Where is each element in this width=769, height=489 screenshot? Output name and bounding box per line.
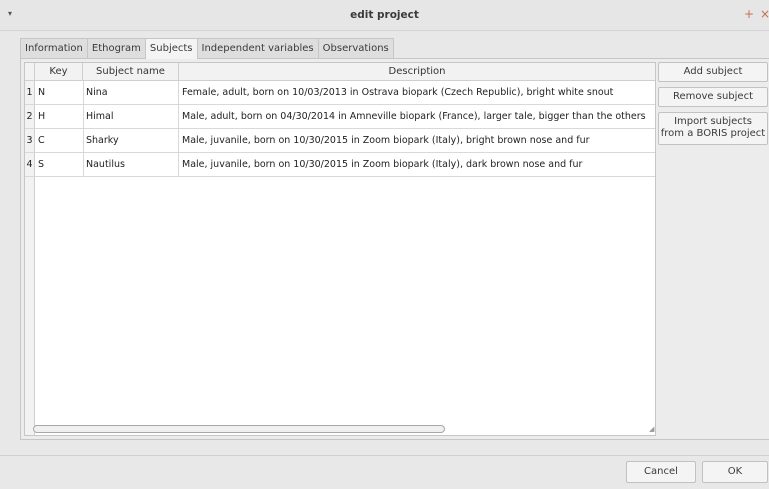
table-header: Key Subject name Description: [25, 63, 655, 81]
tab-bar: Information Ethogram Subjects Independen…: [20, 38, 394, 59]
remove-subject-button[interactable]: Remove subject: [658, 87, 768, 107]
cell-description[interactable]: Female, adult, born on 10/03/2013 in Ost…: [179, 81, 652, 104]
tab-observations[interactable]: Observations: [317, 38, 394, 58]
cell-key[interactable]: H: [36, 105, 84, 128]
footer-separator: [0, 455, 769, 456]
cancel-button[interactable]: Cancel: [626, 461, 696, 483]
subjects-table[interactable]: Key Subject name Description 1 N Nina Fe…: [24, 62, 656, 436]
cell-subject-name[interactable]: Himal: [83, 105, 179, 128]
cell-key[interactable]: S: [36, 153, 84, 176]
tab-ethogram[interactable]: Ethogram: [86, 38, 146, 58]
table-row[interactable]: 1 N Nina Female, adult, born on 10/03/20…: [25, 81, 655, 105]
cell-key[interactable]: N: [36, 81, 84, 104]
resize-grip-icon: ◢: [649, 425, 655, 433]
cell-key[interactable]: C: [36, 129, 84, 152]
row-number[interactable]: 2: [25, 105, 34, 128]
cell-subject-name[interactable]: Nautilus: [83, 153, 179, 176]
cell-description[interactable]: Male, juvanile, born on 10/30/2015 in Zo…: [179, 153, 652, 176]
title-bar: ▾ edit project + ×: [0, 0, 769, 31]
import-subjects-button[interactable]: Import subjects from a BORIS project: [658, 112, 768, 145]
row-number[interactable]: 1: [25, 81, 34, 104]
table-row[interactable]: 4 S Nautilus Male, juvanile, born on 10/…: [25, 153, 655, 177]
import-button-line-2: from a BORIS project: [660, 128, 766, 139]
cell-description[interactable]: Male, juvanile, born on 10/30/2015 in Zo…: [179, 129, 652, 152]
add-subject-button[interactable]: Add subject: [658, 62, 768, 82]
column-header-subject-name[interactable]: Subject name: [83, 63, 179, 80]
row-number[interactable]: 4: [25, 153, 34, 176]
import-button-line-1: Import subjects: [674, 116, 752, 127]
table-row[interactable]: 2 H Himal Male, adult, born on 04/30/201…: [25, 105, 655, 129]
close-icon[interactable]: ×: [760, 7, 769, 21]
tab-information[interactable]: Information: [20, 38, 88, 58]
cell-subject-name[interactable]: Sharky: [83, 129, 179, 152]
horizontal-scrollbar[interactable]: [33, 425, 445, 433]
tab-subjects[interactable]: Subjects: [144, 38, 198, 59]
ok-button[interactable]: OK: [702, 461, 768, 483]
column-header-description[interactable]: Description: [179, 63, 655, 80]
window-title: edit project: [350, 9, 419, 21]
column-header-key[interactable]: Key: [35, 63, 83, 80]
cell-description[interactable]: Male, adult, born on 04/30/2014 in Amnev…: [179, 105, 652, 128]
tab-independent-variables[interactable]: Independent variables: [196, 38, 319, 58]
header-corner[interactable]: [25, 63, 35, 80]
maximize-icon[interactable]: +: [744, 7, 754, 21]
table-row[interactable]: 3 C Sharky Male, juvanile, born on 10/30…: [25, 129, 655, 153]
row-number[interactable]: 3: [25, 129, 34, 152]
cell-subject-name[interactable]: Nina: [83, 81, 179, 104]
